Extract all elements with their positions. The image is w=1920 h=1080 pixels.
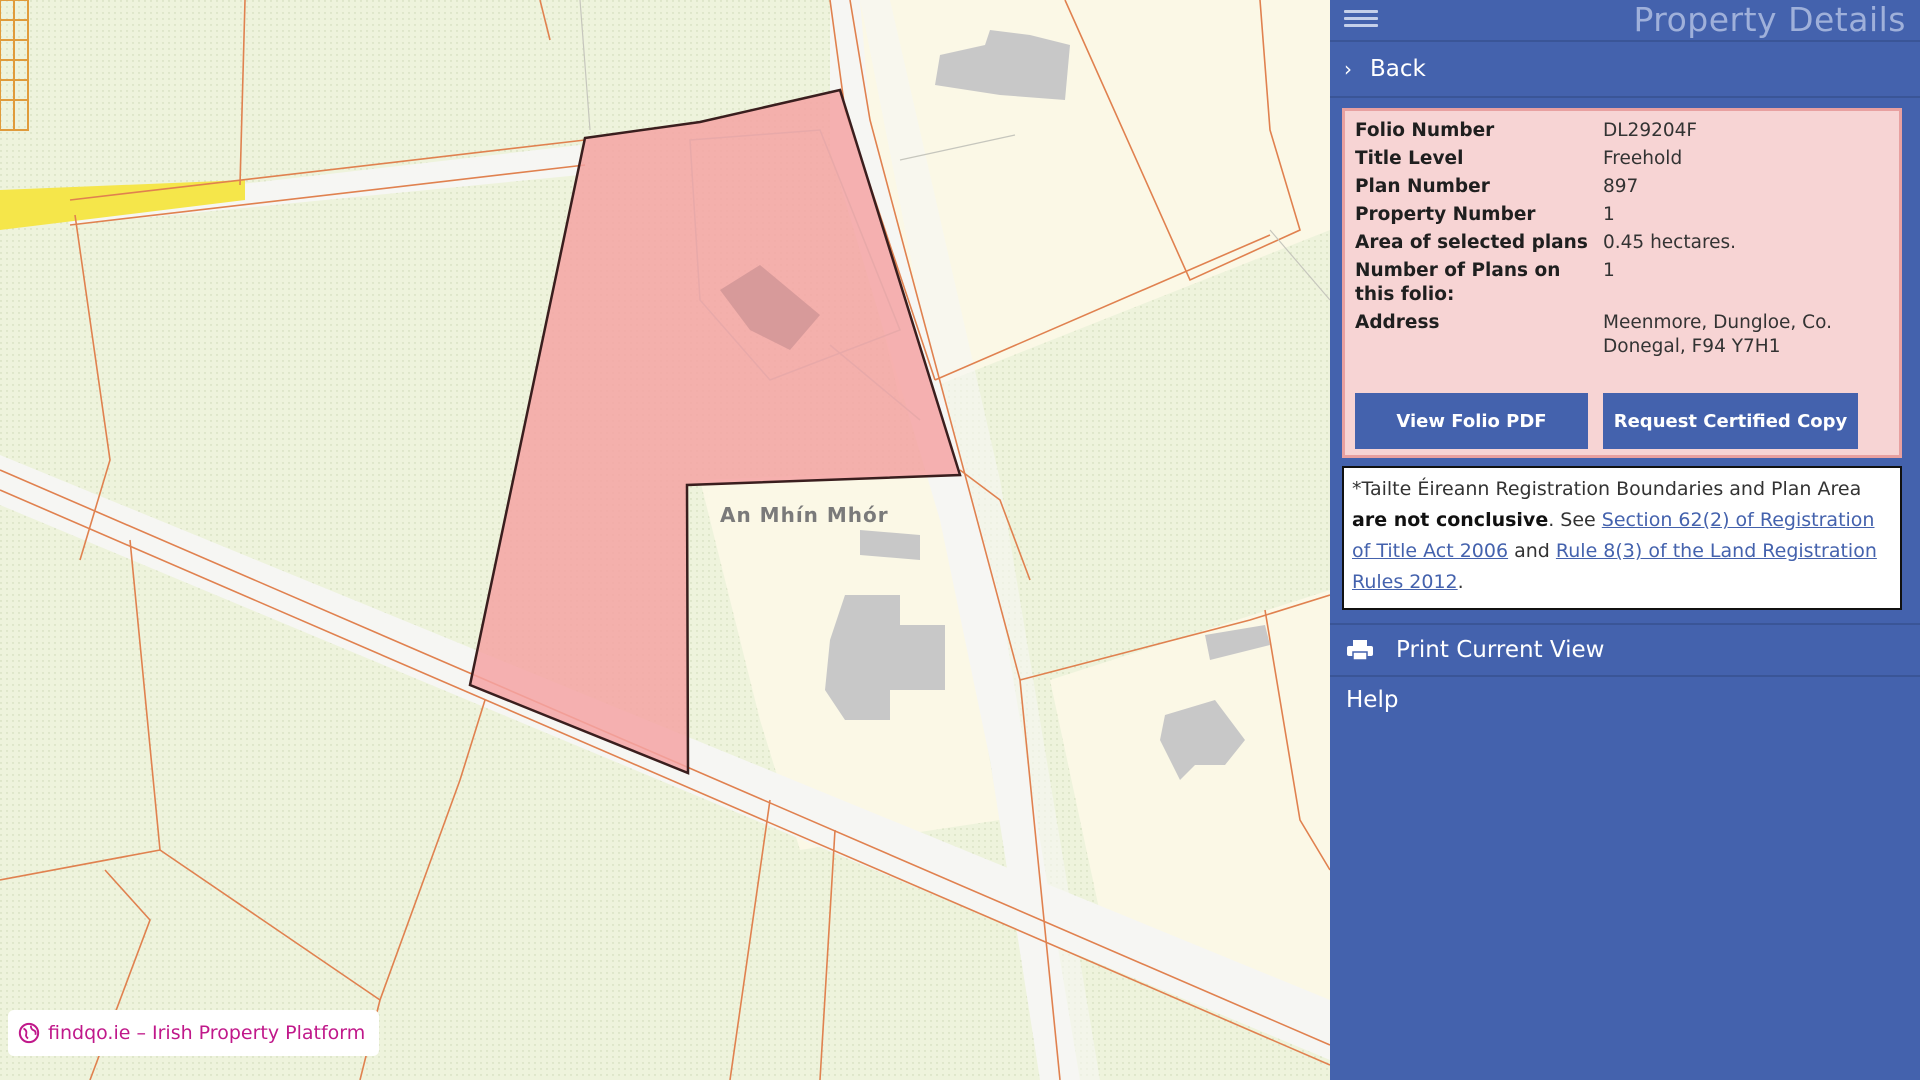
- map-view[interactable]: An Mhín Mhór findqo.ie – Irish Property …: [0, 0, 1330, 1080]
- chevron-right-icon: ›: [1344, 57, 1352, 81]
- detail-value: Freehold: [1603, 148, 1683, 169]
- menu-icon[interactable]: [1344, 6, 1378, 32]
- detail-row: Area of selected plans 0.45 hectares.: [1355, 231, 1889, 255]
- back-label: Back: [1370, 56, 1426, 82]
- map-canvas[interactable]: [0, 0, 1330, 1080]
- detail-key: Plan Number: [1355, 176, 1490, 197]
- property-details-panel: Property Details › Back Folio Number DL2…: [1330, 0, 1920, 1080]
- view-folio-pdf-button[interactable]: View Folio PDF: [1355, 393, 1588, 449]
- detail-row: Title Level Freehold: [1355, 147, 1889, 171]
- watermark-badge: findqo.ie – Irish Property Platform: [8, 1010, 380, 1056]
- disclaimer-notice: *Tailte Éireann Registration Boundaries …: [1342, 466, 1902, 610]
- watermark-text: findqo.ie – Irish Property Platform: [48, 1022, 366, 1044]
- panel-title: Property Details: [1633, 0, 1906, 39]
- detail-value: DL29204F: [1603, 120, 1698, 141]
- notice-bold: are not conclusive: [1352, 509, 1549, 531]
- detail-key: Property Number: [1355, 204, 1536, 225]
- request-certified-copy-button[interactable]: Request Certified Copy: [1603, 393, 1858, 449]
- notice-and: and: [1508, 540, 1556, 562]
- place-label: An Mhín Mhór: [720, 503, 889, 527]
- notice-mid: . See: [1548, 509, 1602, 531]
- detail-row: Property Number 1: [1355, 203, 1889, 227]
- detail-value: 1: [1603, 204, 1615, 225]
- print-current-view-button[interactable]: Print Current View: [1330, 623, 1920, 677]
- folio-details-card: Folio Number DL29204F Title Level Freeho…: [1342, 108, 1902, 458]
- detail-value: 897: [1603, 176, 1639, 197]
- detail-key: Title Level: [1355, 148, 1464, 169]
- detail-key: Address: [1355, 312, 1440, 333]
- detail-row: Number of Plans on this folio: 1: [1355, 259, 1889, 307]
- detail-row: Plan Number 897: [1355, 175, 1889, 199]
- notice-suffix: .: [1457, 571, 1464, 593]
- detail-row: Folio Number DL29204F: [1355, 119, 1889, 143]
- back-button[interactable]: › Back: [1330, 42, 1920, 98]
- panel-header: Property Details: [1330, 0, 1920, 42]
- detail-key: Area of selected plans: [1355, 232, 1588, 253]
- detail-value: 1: [1603, 260, 1615, 281]
- globe-icon: [18, 1022, 40, 1044]
- detail-key: Number of Plans on this folio:: [1355, 260, 1561, 305]
- detail-value: Meenmore, Dungloe, Co. Donegal, F94 Y7H1: [1603, 312, 1832, 357]
- detail-value: 0.45 hectares.: [1603, 232, 1737, 253]
- help-link[interactable]: Help: [1330, 675, 1920, 725]
- print-label: Print Current View: [1396, 637, 1605, 663]
- detail-key: Folio Number: [1355, 120, 1495, 141]
- help-label: Help: [1346, 687, 1399, 713]
- action-buttons: View Folio PDF Request Certified Copy: [1355, 393, 1858, 449]
- printer-icon: [1347, 640, 1373, 661]
- notice-prefix: *Tailte Éireann Registration Boundaries …: [1352, 478, 1862, 500]
- detail-row: Address Meenmore, Dungloe, Co. Donegal, …: [1355, 311, 1889, 359]
